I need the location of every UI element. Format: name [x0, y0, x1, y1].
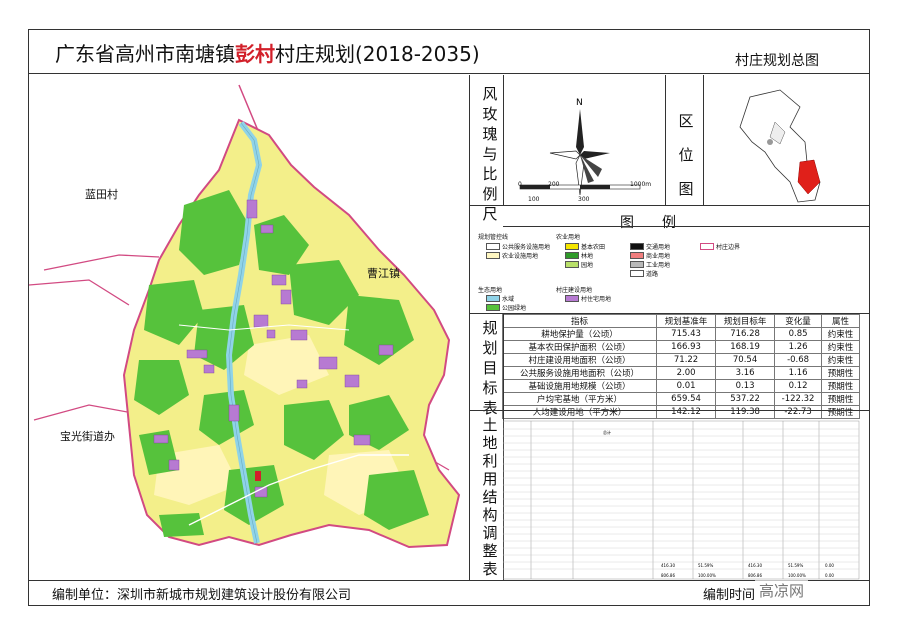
title-prefix: 广东省高州市南塘镇 [55, 42, 235, 66]
legend-item-2: 基本农田 [565, 242, 605, 251]
scale-label-0: 0 [518, 181, 522, 188]
landuse-section-title: 土地利用结构调整表 [482, 416, 498, 578]
legend-item-12: 村庄边界 [700, 242, 740, 251]
sheet-name: 村庄规划总图 [735, 53, 819, 69]
table-row: 户均宅基地（平方米） 659.54 537.22 -122.32 预期性 [501, 392, 860, 406]
table-row: 基础设施用地规模（公顷） 0.01 0.13 0.12 预期性 [501, 379, 860, 393]
scale-section-title: 风玫瑰与比例尺 [482, 85, 498, 223]
compass-rose: N [519, 98, 641, 196]
landuse-last-value-3: 51.59% [788, 563, 803, 568]
watermark: 高凉网 [755, 580, 809, 601]
legend-item-4: 园地 [565, 260, 593, 269]
scale-sub-1: 300 [578, 196, 590, 203]
scale-sub-0: 100 [528, 196, 540, 203]
legend-group-0: 规划管控线 [478, 234, 509, 241]
legend-group-2: 生态用地 [478, 287, 503, 294]
landuse-table: 总计 806.86 100.00% 806.86 100.00% 0.00 41… [503, 420, 860, 580]
footer-date-label: 编制时间 [703, 588, 756, 603]
legend-group-3: 村庄建设用地 [556, 287, 593, 294]
scale-label-1: 200 [548, 181, 560, 188]
page-title: 广东省高州市南塘镇彭村村庄规划(2018-2035) [55, 38, 480, 67]
location-map [739, 89, 821, 203]
targets-table: 指标 规划基准年 规划目标年 变化量 属性 耕地保护量（公顷） 715.43 716.28 0… [501, 314, 860, 419]
table-row: 耕地保护量（公顷） 715.43 716.28 0.85 约束性 [501, 327, 860, 341]
table-row: 村庄建设用地面积（公顷） 71.22 70.54 -0.68 约束性 [501, 353, 860, 367]
legend-item-11: 工业用地 [630, 260, 670, 269]
legend-item-6: 村住宅用地 [565, 294, 611, 303]
landuse-total-value-3: 100.00% [788, 573, 806, 578]
legend-item-1: 农业设施用地 [486, 251, 538, 260]
title-village: 彭村 [235, 42, 275, 66]
legend-item-0: 公共服务设施用地 [486, 242, 550, 251]
landuse-total-label: 总计 [603, 429, 611, 435]
village-map [28, 75, 466, 580]
place-lantian: 蓝田村 [85, 188, 118, 201]
table-row: 公共服务设施用地面积（公顷） 2.00 3.16 1.16 预期性 [501, 366, 860, 380]
legend-group-1: 农业用地 [556, 234, 581, 241]
place-caojiang: 曹江镇 [367, 267, 400, 280]
landuse-last-value-4: 0.00 [825, 563, 834, 568]
legend-item-7: 道路 [630, 269, 658, 278]
location-section-title: 区位图 [678, 112, 694, 198]
table-header-row: 指标 规划基准年 规划目标年 变化量 属性 [501, 314, 860, 328]
table-row: 基本农田保护面积（公顷） 166.93 168.19 1.26 约束性 [501, 340, 860, 354]
landuse-total-value-2: 806.86 [748, 573, 762, 578]
legend-title: 图例 [620, 215, 704, 231]
legend-item-3: 林地 [565, 251, 593, 260]
legend-item-8: 公园绿地 [486, 303, 526, 312]
legend-item-5: 水域 [486, 294, 514, 303]
footer-unit: 编制单位：深圳市新城市规划建筑设计股份有限公司 [52, 588, 352, 603]
landuse-last-value-2: 416.30 [748, 563, 762, 568]
landuse-total-value-0: 806.86 [661, 573, 675, 578]
north-label: N [576, 98, 583, 108]
legend-item-10: 商业用地 [630, 251, 670, 260]
place-baoguang: 宝光街道办 [60, 430, 115, 443]
landuse-last-value-1: 51.59% [698, 563, 713, 568]
legend-item-9: 交通用地 [630, 242, 670, 251]
scale-label-3: 1000m [630, 181, 652, 188]
landuse-total-value-4: 0.00 [825, 573, 834, 578]
landuse-last-value-0: 416.30 [661, 563, 675, 568]
targets-section-title: 规划目标表 [482, 319, 498, 417]
landuse-total-value-1: 100.00% [698, 573, 716, 578]
title-suffix: 村庄规划(2018-2035) [275, 42, 480, 66]
map-drawing [28, 84, 461, 549]
